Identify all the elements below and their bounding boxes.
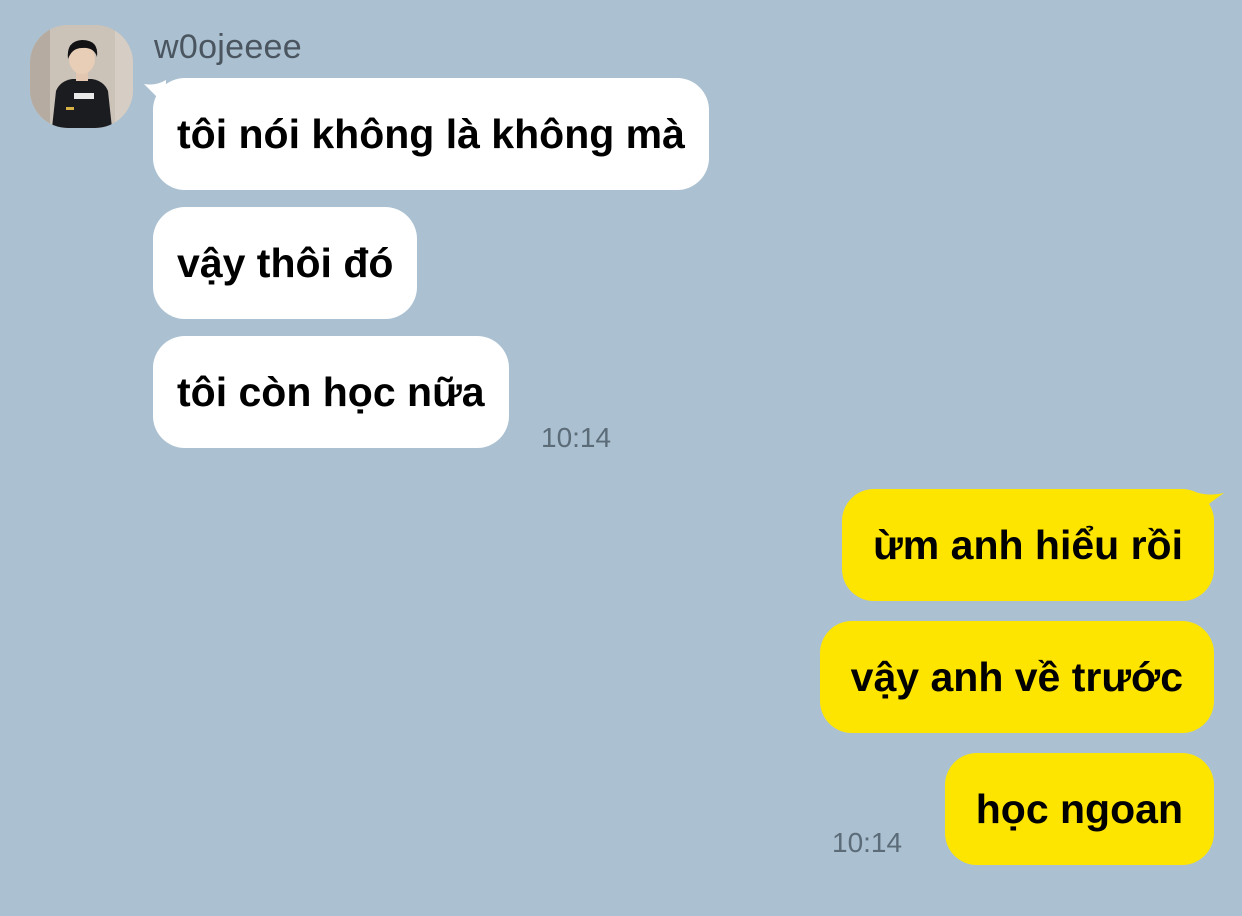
incoming-message-bubble[interactable]: vậy thôi đó (153, 207, 418, 319)
sender-avatar[interactable] (30, 25, 133, 128)
outgoing-message-bubble[interactable]: vậy anh về trước (819, 621, 1214, 733)
sender-name: w0ojeeee (154, 28, 302, 66)
incoming-message-bubble[interactable]: tôi nói không là không mà (153, 78, 709, 190)
profile-avatar-icon (30, 25, 133, 128)
chat-room: { "chat": { "sender": { "name": "w0ojeee… (0, 0, 1242, 916)
outgoing-message-bubble[interactable]: ừm anh hiểu rồi (842, 489, 1214, 601)
incoming-message-bubble[interactable]: tôi còn học nữa (153, 336, 509, 448)
outgoing-message-timestamp: 10:14 (832, 827, 903, 858)
outgoing-message-bubble[interactable]: học ngoan (944, 753, 1214, 865)
incoming-message-timestamp: 10:14 (541, 422, 612, 453)
